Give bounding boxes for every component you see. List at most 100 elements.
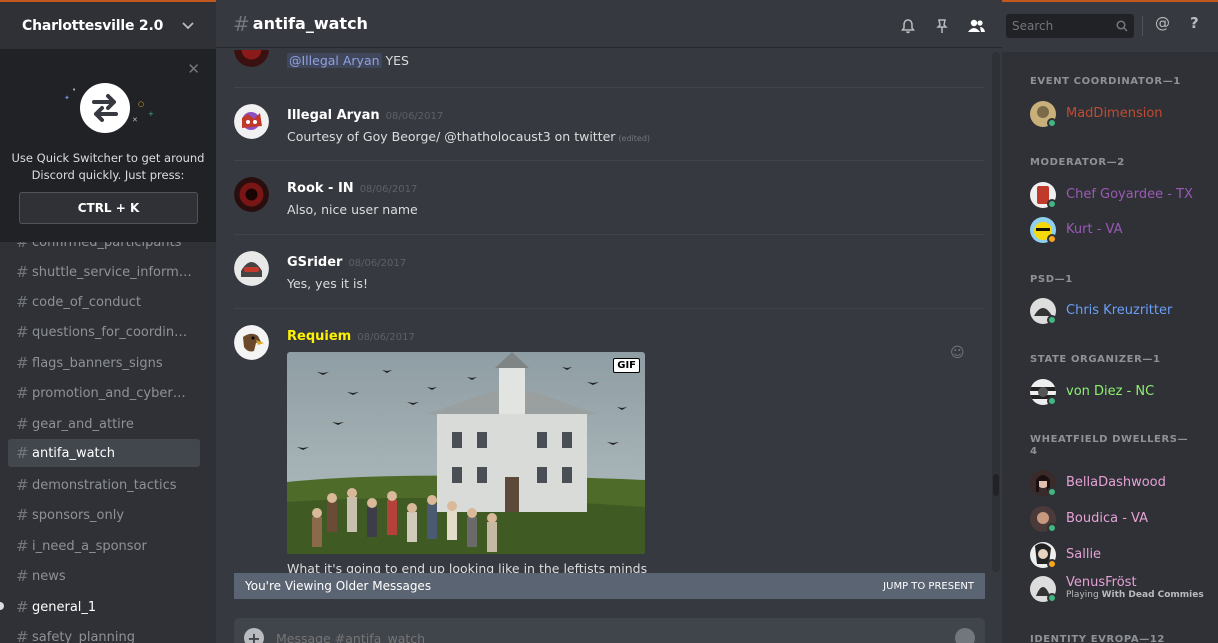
message-divider	[234, 87, 984, 88]
message-divider	[234, 160, 984, 161]
member-name: Sallie	[1066, 547, 1102, 562]
upload-plus-icon[interactable]: +	[244, 628, 264, 643]
older-messages-bar: You're Viewing Older Messages JUMP TO PR…	[234, 573, 985, 599]
members-icon[interactable]	[965, 15, 987, 37]
channel-i-need-a-sponsor[interactable]: # i_need_a_sponsor	[8, 532, 200, 560]
sparkle-icon: •	[72, 86, 77, 94]
emoji-picker-icon[interactable]	[955, 628, 975, 643]
add-reaction-icon[interactable]: ☺	[950, 345, 965, 361]
help-icon[interactable]: ?	[1190, 14, 1199, 32]
message-timestamp: 08/06/2017	[359, 184, 418, 195]
hash-icon: #	[16, 354, 29, 372]
message-text: Courtesy of Goy Beorge/ @thatholocaust3 …	[287, 129, 651, 144]
idle-status-icon	[1047, 234, 1057, 244]
avatar[interactable]	[234, 104, 269, 139]
channel-title: antifa_watch	[252, 14, 368, 33]
hash-icon: #	[16, 628, 29, 643]
message-author[interactable]: Requiem 08/06/2017	[287, 329, 415, 344]
edited-label: (edited)	[618, 134, 651, 143]
online-status-icon	[1047, 487, 1057, 497]
channel-news[interactable]: # news	[8, 562, 200, 590]
message-text: Yes, yes it is!	[287, 276, 369, 291]
message-author[interactable]: GSrider 08/06/2017	[287, 255, 406, 270]
online-status-icon	[1047, 118, 1057, 128]
member-item[interactable]: Kurt - VA	[1030, 217, 1210, 247]
member-item[interactable]: VenusFröst Playing With Dead Commies	[1030, 575, 1210, 606]
channel-shuttle-service[interactable]: # shuttle_service_informat...	[8, 258, 200, 286]
guild-header[interactable]: Charlottesville 2.0	[0, 2, 216, 50]
chevron-down-icon	[182, 19, 194, 33]
search-input[interactable]: Search	[1006, 14, 1134, 38]
message-author[interactable]: Illegal Aryan 08/06/2017	[287, 108, 443, 123]
hash-icon: #	[16, 598, 29, 616]
online-status-icon	[1047, 593, 1057, 603]
channel-gear-and-attire[interactable]: # gear_and_attire	[8, 410, 200, 438]
online-status-icon	[1047, 396, 1057, 406]
member-item[interactable]: MadDimension	[1030, 101, 1210, 131]
channel-general-1[interactable]: # general_1	[8, 593, 200, 621]
channel-promotion[interactable]: # promotion_and_cyberstr...	[8, 379, 200, 407]
channel-sponsors-only[interactable]: # sponsors_only	[8, 501, 200, 529]
avatar[interactable]	[234, 251, 269, 286]
message-list: @Illegal Aryan YES Illegal Aryan 08/06/20…	[216, 50, 1002, 575]
member-item[interactable]: Chris Kreuzritter	[1030, 298, 1210, 328]
online-status-icon	[1047, 523, 1057, 533]
member-item[interactable]: Boudica - VA	[1030, 506, 1210, 536]
channel-safety-planning[interactable]: # safety_planning	[8, 623, 200, 643]
sparkle-icon: ✦	[64, 94, 70, 102]
message-timestamp: 08/06/2017	[348, 258, 407, 269]
role-header: WHEATFIELD DWELLERS—4	[1030, 434, 1189, 457]
channel-antifa-watch[interactable]: # antifa_watch	[8, 439, 200, 467]
message: Rook - IN 08/06/2017 Also, nice user name	[234, 177, 984, 237]
close-icon[interactable]: ✕	[187, 60, 200, 78]
pin-icon[interactable]	[931, 15, 953, 37]
channel-code-of-conduct[interactable]: # code_of_conduct	[8, 288, 200, 316]
avatar[interactable]	[234, 177, 269, 212]
channel-demonstration-tactics[interactable]: # demonstration_tactics	[8, 471, 200, 499]
toolbar-divider	[1142, 16, 1143, 36]
role-header: MODERATOR—2	[1030, 157, 1125, 168]
role-header: PSD—1	[1030, 274, 1073, 285]
message-divider	[234, 308, 984, 309]
member-item[interactable]: Sallie	[1030, 542, 1210, 572]
member-item[interactable]: Chef Goyardee - TX	[1030, 182, 1210, 212]
online-status-icon	[1047, 315, 1057, 325]
channel-questions-for-coordinators[interactable]: # questions_for_coordinat...	[8, 318, 200, 346]
member-name: Chris Kreuzritter	[1066, 303, 1173, 318]
quick-switcher-popout: ✕ ✦ • ○ + ✕ Use Quick Switcher to get ar…	[0, 50, 216, 242]
message-input[interactable]	[276, 630, 955, 643]
message-timestamp: 08/06/2017	[385, 111, 444, 122]
channel-flags-banners-signs[interactable]: # flags_banners_signs	[8, 349, 200, 377]
message-divider	[234, 234, 984, 235]
message: Illegal Aryan 08/06/2017 Courtesy of Goy …	[234, 104, 984, 164]
member-item[interactable]: BellaDashwood	[1030, 470, 1210, 500]
hash-icon: #	[16, 444, 29, 462]
sparkle-icon: ○	[138, 100, 145, 108]
search-placeholder: Search	[1012, 19, 1054, 33]
hash-icon: #	[233, 11, 250, 36]
chat-area: @Illegal Aryan YES Illegal Aryan 08/06/20…	[216, 2, 1002, 643]
avatar[interactable]	[234, 50, 269, 67]
gif-embed[interactable]: GIF	[287, 352, 645, 554]
online-status-icon	[1047, 199, 1057, 209]
message-timestamp: 08/06/2017	[357, 332, 415, 343]
user-mention[interactable]: @Illegal Aryan	[287, 53, 382, 68]
bell-icon[interactable]	[897, 15, 919, 37]
member-name: Boudica - VA	[1066, 511, 1148, 526]
mentions-icon[interactable]: @	[1155, 14, 1170, 32]
discord-window: # confirmed_participants # shuttle_service…	[0, 0, 1218, 643]
member-item[interactable]: von Diez - NC	[1030, 379, 1210, 409]
gif-badge: GIF	[613, 358, 640, 373]
quick-switcher-text: Use Quick Switcher to get around Discord…	[11, 151, 205, 182]
quick-switcher-shortcut-button[interactable]: CTRL + K	[19, 192, 198, 224]
role-header: EVENT COORDINATOR—1	[1030, 76, 1181, 87]
member-name: Chef Goyardee - TX	[1066, 187, 1193, 202]
jump-to-present-button[interactable]: JUMP TO PRESENT	[883, 581, 974, 592]
message: Requiem 08/06/2017 ☺ GIF What it's going…	[234, 325, 984, 575]
message: GSrider 08/06/2017 Yes, yes it is!	[234, 251, 984, 311]
avatar[interactable]	[234, 325, 269, 360]
message-author[interactable]: Rook - IN 08/06/2017	[287, 181, 417, 196]
member-name: BellaDashwood	[1066, 475, 1166, 490]
scrollbar-thumb[interactable]	[993, 474, 999, 496]
older-messages-label: You're Viewing Older Messages	[245, 579, 432, 593]
